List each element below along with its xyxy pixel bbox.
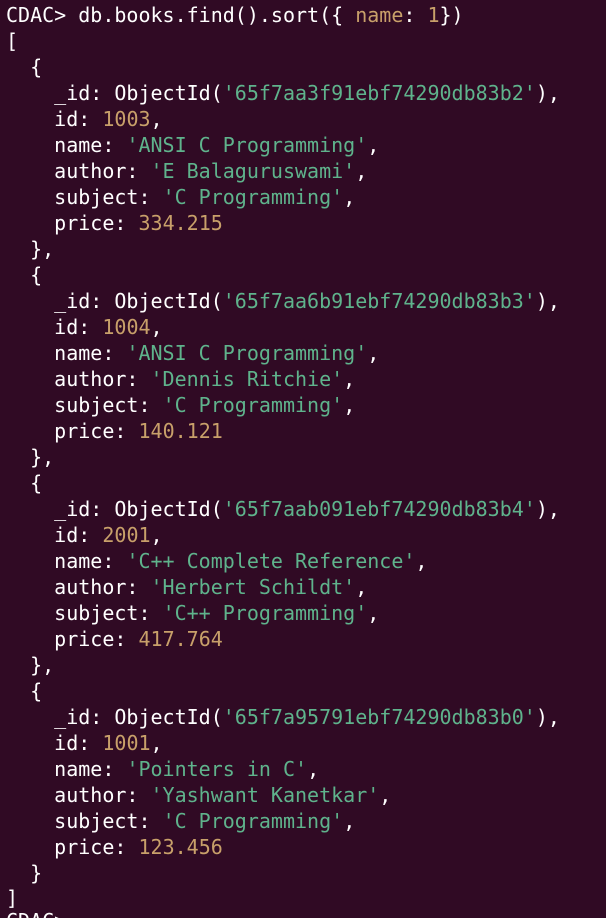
field-key: author — [54, 575, 127, 599]
name-value: 'ANSI C Programming' — [126, 341, 368, 365]
field-key: author — [54, 159, 127, 183]
name-value: 'Pointers in C' — [126, 757, 308, 781]
field-key: _id — [54, 289, 91, 313]
field-key: price — [54, 627, 115, 651]
subject-value: 'C Programming' — [162, 393, 344, 417]
field-key: id — [54, 315, 79, 339]
field-key: subject — [54, 809, 139, 833]
field-price: price: 123.456 — [54, 835, 223, 859]
subject-value: 'C++ Programming' — [162, 601, 368, 625]
field-id: id: 1001, — [54, 731, 163, 755]
field-name: name: 'ANSI C Programming', — [54, 341, 380, 365]
objectid-value: '65f7a95791ebf74290db83b0' — [222, 705, 536, 729]
field-key: price — [54, 419, 115, 443]
field-price: price: 334.215 — [54, 211, 223, 235]
field-name: name: 'ANSI C Programming', — [54, 133, 380, 157]
document-close-brace: }, — [6, 237, 55, 261]
sort-order: 1 — [427, 3, 440, 27]
field-key: _id — [54, 81, 91, 105]
field-subject: subject: 'C Programming', — [54, 393, 356, 417]
field-oid: _id: ObjectId('65f7aa6b91ebf74290db83b3'… — [54, 289, 560, 313]
field-subject: subject: 'C Programming', — [54, 185, 356, 209]
command-line: CDAC> db.books.find().sort({ name: 1}) — [6, 2, 464, 28]
field-key: id — [54, 107, 79, 131]
field-key: name — [54, 549, 103, 573]
field-price: price: 140.121 — [54, 419, 223, 443]
field-key: price — [54, 835, 115, 859]
field-key: subject — [54, 601, 139, 625]
objectid-fn: ObjectId — [114, 705, 211, 729]
field-oid: _id: ObjectId('65f7aab091ebf74290db83b4'… — [54, 497, 560, 521]
name-value: 'ANSI C Programming' — [126, 133, 368, 157]
document-open-brace: { — [6, 263, 43, 287]
field-oid: _id: ObjectId('65f7aa3f91ebf74290db83b2'… — [54, 81, 560, 105]
id-value: 2001 — [102, 523, 151, 547]
field-key: subject — [54, 393, 139, 417]
author-value: 'Dennis Ritchie' — [150, 367, 344, 391]
field-key: author — [54, 367, 127, 391]
document-close-brace: } — [6, 861, 43, 885]
objectid-fn: ObjectId — [114, 81, 211, 105]
objectid-fn: ObjectId — [114, 497, 211, 521]
field-key: name — [54, 341, 103, 365]
field-author: author: 'Yashwant Kanetkar', — [54, 783, 392, 807]
field-id: id: 1004, — [54, 315, 163, 339]
field-key: name — [54, 757, 103, 781]
author-value: 'Herbert Schildt' — [150, 575, 356, 599]
objectid-value: '65f7aa3f91ebf74290db83b2' — [222, 81, 536, 105]
id-value: 1003 — [102, 107, 151, 131]
field-key: name — [54, 133, 103, 157]
field-author: author: 'Herbert Schildt', — [54, 575, 368, 599]
field-key: subject — [54, 185, 139, 209]
field-subject: subject: 'C Programming', — [54, 809, 356, 833]
subject-value: 'C Programming' — [162, 809, 344, 833]
field-price: price: 417.764 — [54, 627, 223, 651]
objectid-value: '65f7aab091ebf74290db83b4' — [222, 497, 536, 521]
author-value: 'E Balaguruswami' — [150, 159, 356, 183]
author-value: 'Yashwant Kanetkar' — [150, 783, 380, 807]
field-name: name: 'Pointers in C', — [54, 757, 320, 781]
price-value: 123.456 — [138, 835, 223, 859]
document-close-brace: }, — [6, 653, 55, 677]
field-key: id — [54, 523, 79, 547]
document-open-brace: { — [6, 679, 43, 703]
field-key: _id — [54, 497, 91, 521]
price-value: 417.764 — [138, 627, 223, 651]
field-key: author — [54, 783, 127, 807]
array-open-bracket: [ — [6, 29, 19, 53]
document-close-brace: }, — [6, 445, 55, 469]
field-name: name: 'C++ Complete Reference', — [54, 549, 428, 573]
field-key: id — [54, 731, 79, 755]
id-value: 1004 — [102, 315, 151, 339]
next-prompt: CDAC> — [6, 908, 66, 918]
command-end: }) — [439, 3, 464, 27]
document-open-brace: { — [6, 55, 43, 79]
objectid-fn: ObjectId — [114, 289, 211, 313]
field-oid: _id: ObjectId('65f7a95791ebf74290db83b0'… — [54, 705, 560, 729]
field-key: price — [54, 211, 115, 235]
prompt: CDAC> — [6, 3, 67, 27]
price-value: 334.215 — [138, 211, 223, 235]
field-id: id: 1003, — [54, 107, 163, 131]
field-author: author: 'Dennis Ritchie', — [54, 367, 356, 391]
command-text: db.books.find().sort({ — [66, 3, 356, 27]
field-id: id: 2001, — [54, 523, 163, 547]
name-value: 'C++ Complete Reference' — [126, 549, 416, 573]
field-author: author: 'E Balaguruswami', — [54, 159, 368, 183]
subject-value: 'C Programming' — [162, 185, 344, 209]
objectid-value: '65f7aa6b91ebf74290db83b3' — [222, 289, 536, 313]
price-value: 140.121 — [138, 419, 223, 443]
terminal-window[interactable]: CDAC> db.books.find().sort({ name: 1}) [… — [0, 0, 606, 918]
command-colon: : — [403, 3, 428, 27]
document-open-brace: { — [6, 471, 43, 495]
sort-field: name — [355, 3, 404, 27]
field-subject: subject: 'C++ Programming', — [54, 601, 380, 625]
field-key: _id — [54, 705, 91, 729]
id-value: 1001 — [102, 731, 151, 755]
